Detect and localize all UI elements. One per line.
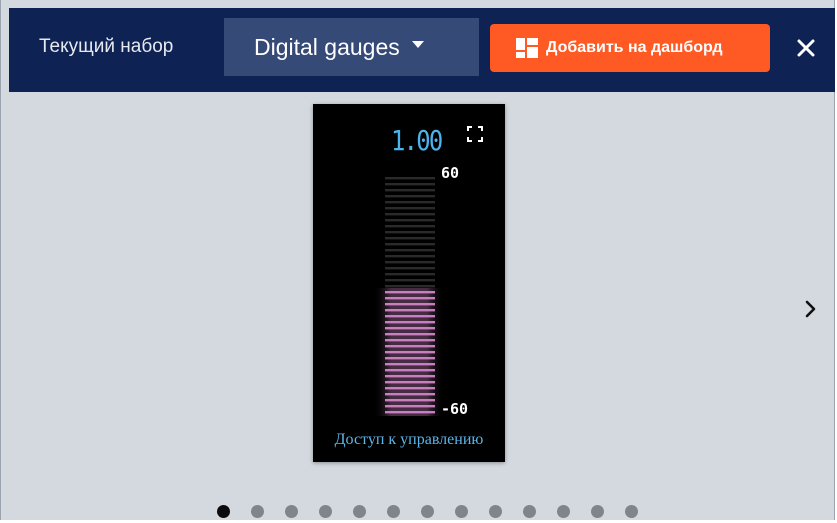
gauge-segment-lit [385,345,435,348]
gauge-segment-lit [385,375,435,378]
digital-gauge-widget[interactable]: 1.00 60 -60 Доступ к управлению [313,104,505,462]
gauge-segment-lit [385,315,435,318]
carousel-dot[interactable] [251,505,264,518]
gauge-segment-lit [385,399,435,402]
preview-area: Текущий набор Digital gauges Добавить на… [0,0,835,520]
carousel-dot[interactable] [625,505,638,518]
carousel-dot[interactable] [523,505,536,518]
gauge-segment-unlit [385,195,435,198]
gauge-segment-unlit [385,183,435,186]
add-to-dashboard-button[interactable]: Добавить на дашборд [490,24,770,72]
carousel-dot[interactable] [421,505,434,518]
carousel-dot[interactable] [217,505,230,518]
gauge-segment-unlit [385,177,435,180]
gauge-segment-lit [385,339,435,342]
gauge-segment-unlit [385,261,435,264]
gauge-segment-lit [385,357,435,360]
gauge-segment-unlit [385,189,435,192]
gauge-set-value: Digital gauges [254,33,400,60]
gauge-segment-lit [385,303,435,306]
access-control-link[interactable]: Доступ к управлению [313,431,505,449]
carousel-dot[interactable] [557,505,570,518]
gauge-segment-lit [385,393,435,396]
gauge-segment-lit [385,327,435,330]
fullscreen-icon[interactable] [467,126,483,142]
gauge-segment-unlit [385,225,435,228]
chevron-right-icon[interactable] [801,297,821,321]
close-icon [797,39,815,57]
caret-down-icon [411,40,424,48]
gauge-segment-unlit [385,201,435,204]
gauge-segment-lit [385,363,435,366]
gauge-segment-unlit [385,207,435,210]
scale-min-label: -60 [441,400,469,418]
gauge-segment-lit [385,291,435,294]
gauge-segment-lit [385,411,435,414]
gauge-value-readout: 1.00 [391,124,443,157]
gauge-segment-lit [385,333,435,336]
gauge-segment-lit [385,381,435,384]
gauge-bar [373,177,445,416]
gauge-segment-unlit [385,219,435,222]
gauge-segment-unlit [385,231,435,234]
gauge-segment-lit [385,405,435,408]
gauge-segment-unlit [385,285,435,288]
gauge-segment-unlit [385,255,435,258]
carousel-dot[interactable] [591,505,604,518]
add-to-dashboard-label: Добавить на дашборд [546,39,723,56]
gauge-segment-unlit [385,237,435,240]
carousel-dot[interactable] [319,505,332,518]
carousel-dot[interactable] [353,505,366,518]
top-bar: Текущий набор Digital gauges Добавить на… [9,8,835,92]
gauge-segment-lit [385,321,435,324]
gauge-segment-unlit [385,243,435,246]
gauge-segment-unlit [385,273,435,276]
gauge-set-dropdown[interactable]: Digital gauges [224,18,479,76]
gauge-segment-unlit [385,279,435,282]
current-set-label: Текущий набор [39,36,174,57]
dashboard-icon [516,38,538,58]
gauge-segment-unlit [385,213,435,216]
gauge-segment-lit [385,387,435,390]
gauge-segment-lit [385,369,435,372]
gauge-segment-lit [385,297,435,300]
gauge-segment-unlit [385,267,435,270]
carousel-dot[interactable] [387,505,400,518]
carousel-dot[interactable] [489,505,502,518]
gauge-segment-unlit [385,249,435,252]
gauge-segment-lit [385,351,435,354]
close-button[interactable] [791,30,821,66]
carousel-dot[interactable] [285,505,298,518]
gauge-segment-lit [385,309,435,312]
carousel-dot[interactable] [455,505,468,518]
